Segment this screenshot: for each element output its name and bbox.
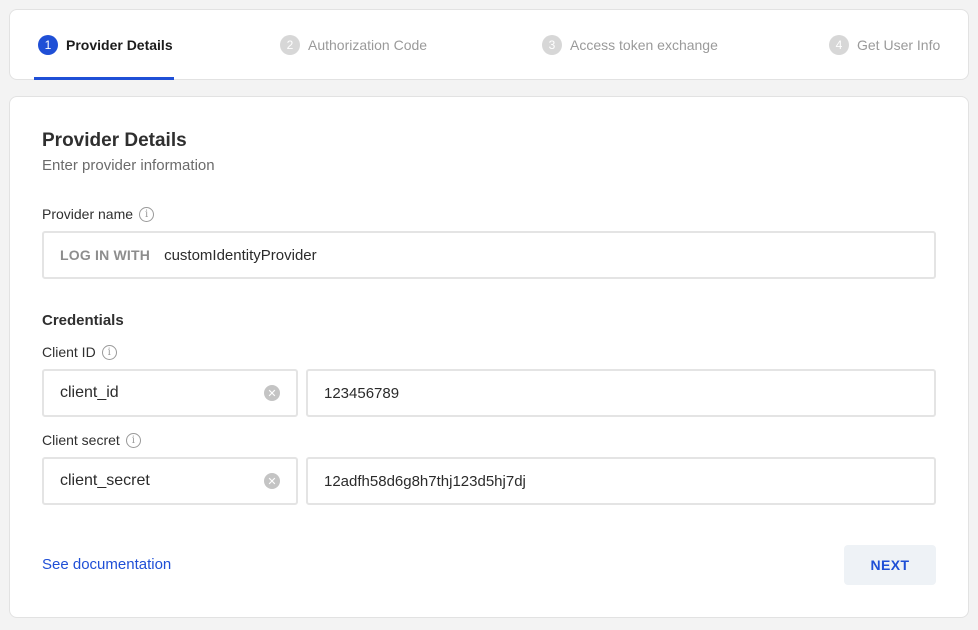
provider-name-value: customIdentityProvider <box>164 246 317 264</box>
step-number: 4 <box>829 35 849 55</box>
client-secret-value: 12adfh58d6g8h7thj123d5hj7dj <box>324 472 526 490</box>
step-access-token-exchange[interactable]: 3 Access token exchange <box>542 34 718 56</box>
step-label: Access token exchange <box>570 37 718 53</box>
client-id-label-text: Client ID <box>42 344 96 360</box>
provider-name-label-text: Provider name <box>42 206 134 222</box>
active-step-indicator <box>34 77 174 80</box>
step-provider-details[interactable]: 1 Provider Details <box>38 34 173 56</box>
client-secret-key-value: client_secret <box>60 472 150 489</box>
info-icon[interactable]: i <box>125 432 141 448</box>
next-button[interactable]: NEXT <box>844 545 936 585</box>
step-number: 1 <box>38 35 58 55</box>
credentials-heading: Credentials <box>42 312 124 329</box>
client-secret-key-input[interactable]: client_secret ✕ <box>42 457 298 505</box>
step-authorization-code[interactable]: 2 Authorization Code <box>280 34 427 56</box>
step-label: Get User Info <box>857 37 941 53</box>
info-icon[interactable]: i <box>139 206 155 222</box>
step-label: Provider Details <box>66 37 173 53</box>
client-secret-label-text: Client secret <box>42 432 120 448</box>
see-documentation-link[interactable]: See documentation <box>42 556 171 573</box>
client-id-value: 123456789 <box>324 384 400 402</box>
provider-name-prefix: LOG IN WITH <box>60 247 151 263</box>
page-subtitle: Enter provider information <box>42 157 215 174</box>
step-number: 3 <box>542 35 562 55</box>
stepper: 1 Provider Details 2 Authorization Code … <box>9 9 969 80</box>
client-id-key-value: client_id <box>60 384 119 401</box>
client-secret-label: Client secret i <box>42 432 141 448</box>
client-id-value-input[interactable]: 123456789 <box>306 369 936 417</box>
client-id-key-input[interactable]: client_id ✕ <box>42 369 298 417</box>
step-label: Authorization Code <box>308 37 428 53</box>
page-title: Provider Details <box>42 130 187 151</box>
provider-name-input[interactable]: LOG IN WITH customIdentityProvider <box>42 231 936 279</box>
step-get-user-info[interactable]: 4 Get User Info <box>829 34 940 56</box>
clear-circle-icon[interactable]: ✕ <box>264 473 280 489</box>
step-number: 2 <box>280 35 300 55</box>
info-icon[interactable]: i <box>101 344 117 360</box>
client-id-label: Client ID i <box>42 344 117 360</box>
provider-name-label: Provider name i <box>42 206 155 222</box>
client-secret-value-input[interactable]: 12adfh58d6g8h7thj123d5hj7dj <box>306 457 936 505</box>
provider-details-card: Provider Details Enter provider informat… <box>9 96 969 618</box>
clear-circle-icon[interactable]: ✕ <box>264 385 280 401</box>
